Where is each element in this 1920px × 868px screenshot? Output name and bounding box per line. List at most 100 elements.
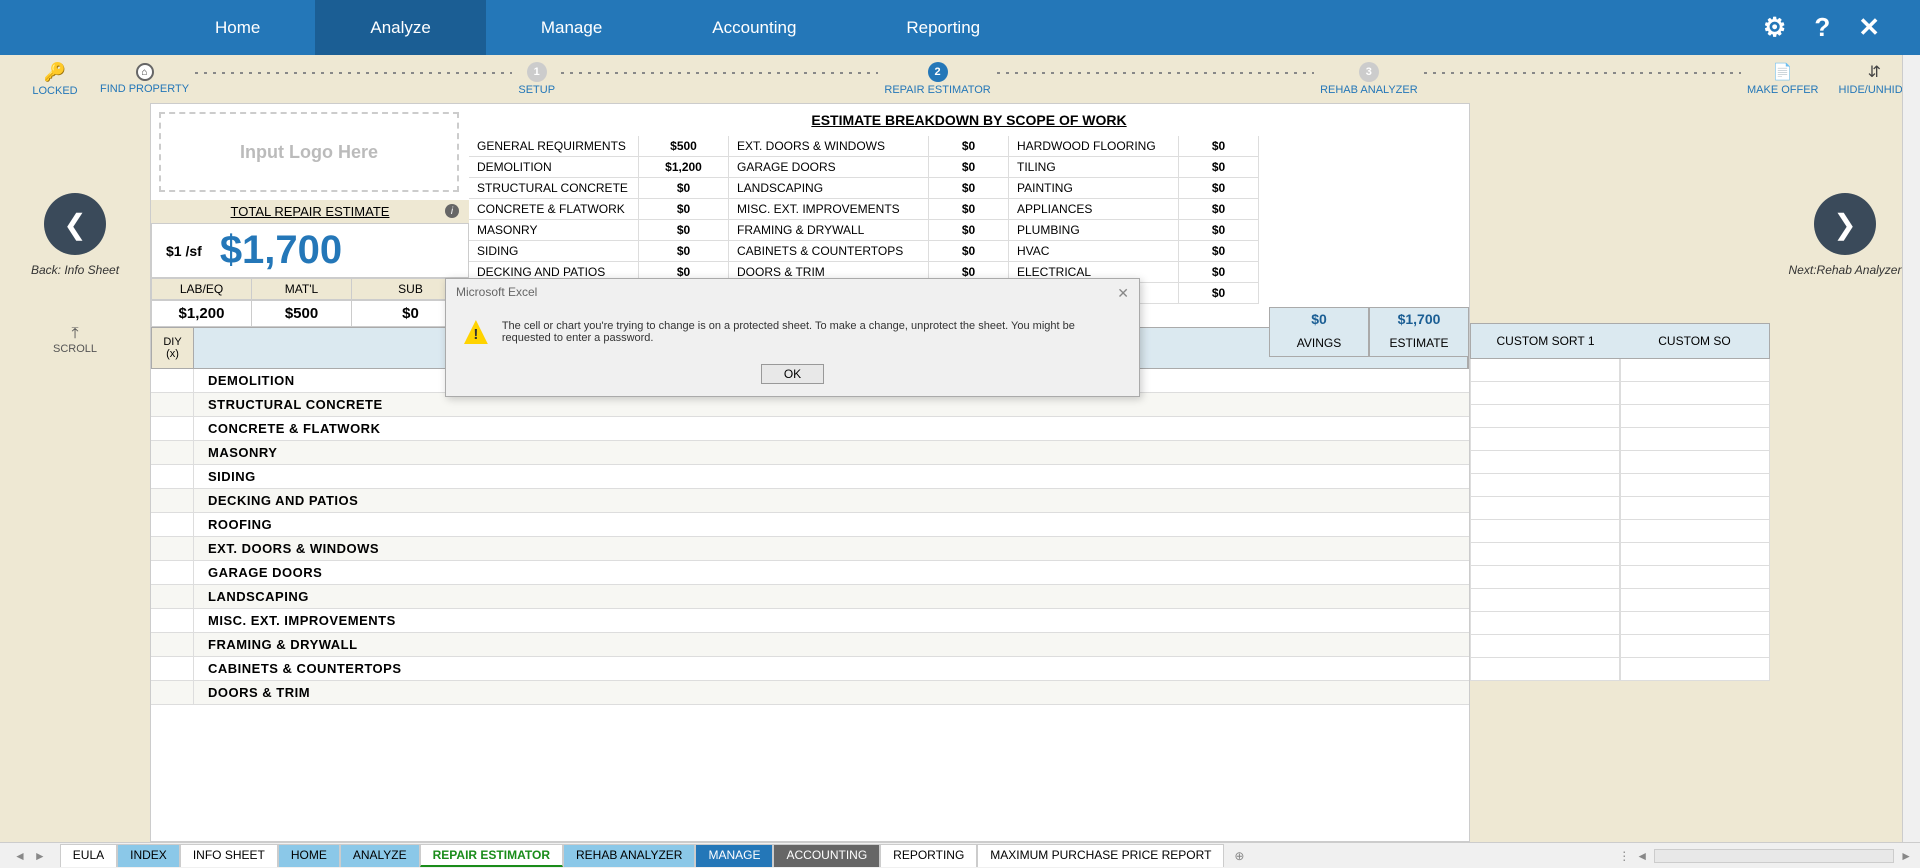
work-row[interactable]: ROOFING	[151, 513, 1469, 537]
work-row[interactable]: EXT. DOORS & WINDOWS	[151, 537, 1469, 561]
cs-cell[interactable]	[1470, 520, 1620, 543]
dialog-close-icon[interactable]: ✕	[1117, 285, 1129, 302]
breakdown-cell[interactable]: TILING	[1009, 157, 1179, 178]
sheet-tab[interactable]: MANAGE	[695, 844, 773, 867]
breakdown-cell[interactable]: MISC. EXT. IMPROVEMENTS	[729, 199, 929, 220]
sheet-next-icon[interactable]: ►	[34, 849, 46, 863]
sheet-tab[interactable]: MAXIMUM PURCHASE PRICE REPORT	[977, 844, 1224, 867]
work-row[interactable]: CONCRETE & FLATWORK	[151, 417, 1469, 441]
cs-cell[interactable]	[1620, 474, 1770, 497]
dialog-ok-button[interactable]: OK	[761, 364, 824, 384]
cs-cell[interactable]	[1620, 382, 1770, 405]
work-row[interactable]: GARAGE DOORS	[151, 561, 1469, 585]
cs-cell[interactable]	[1620, 612, 1770, 635]
help-icon[interactable]: ?	[1814, 12, 1830, 43]
cs-cell[interactable]	[1620, 497, 1770, 520]
breakdown-cell[interactable]: DEMOLITION	[469, 157, 639, 178]
breakdown-cell[interactable]: $0	[639, 178, 729, 199]
cs-cell[interactable]	[1470, 451, 1620, 474]
cs-cell[interactable]	[1470, 658, 1620, 681]
breakdown-cell[interactable]: $0	[929, 199, 1009, 220]
cs-cell[interactable]	[1620, 428, 1770, 451]
cs-cell[interactable]	[1470, 428, 1620, 451]
cs-cell[interactable]	[1620, 566, 1770, 589]
ribbon-tab-reporting[interactable]: Reporting	[851, 0, 1035, 55]
ribbon-tab-manage[interactable]: Manage	[486, 0, 657, 55]
cs-cell[interactable]	[1470, 497, 1620, 520]
ribbon-tab-accounting[interactable]: Accounting	[657, 0, 851, 55]
repair-estimator-step[interactable]: 2 REPAIR ESTIMATOR	[884, 62, 990, 96]
gear-icon[interactable]: ⚙	[1763, 12, 1786, 43]
breakdown-cell[interactable]: STRUCTURAL CONCRETE	[469, 178, 639, 199]
cs-cell[interactable]	[1470, 474, 1620, 497]
work-row[interactable]: LANDSCAPING	[151, 585, 1469, 609]
sheet-tab[interactable]: HOME	[278, 844, 340, 867]
breakdown-cell[interactable]: LANDSCAPING	[729, 178, 929, 199]
work-row[interactable]: SIDING	[151, 465, 1469, 489]
cs-cell[interactable]	[1470, 566, 1620, 589]
ribbon-tab-home[interactable]: Home	[160, 0, 315, 55]
locked-button[interactable]: 🔑 LOCKED	[10, 62, 100, 97]
sheet-tab[interactable]: REPORTING	[880, 844, 977, 867]
cs-cell[interactable]	[1620, 451, 1770, 474]
breakdown-cell[interactable]: $0	[1179, 262, 1259, 283]
breakdown-cell[interactable]: $0	[1179, 136, 1259, 157]
work-row[interactable]: CABINETS & COUNTERTOPS	[151, 657, 1469, 681]
custom-sort-1[interactable]: CUSTOM SORT 1	[1471, 324, 1620, 358]
hide-unhide-button[interactable]: ⇵ HIDE/UNHIDE	[1839, 62, 1911, 96]
next-button[interactable]: ❯	[1814, 193, 1876, 255]
work-row[interactable]: MISC. EXT. IMPROVEMENTS	[151, 609, 1469, 633]
sheet-tab[interactable]: REPAIR ESTIMATOR	[420, 844, 563, 867]
info-icon[interactable]: i	[445, 204, 459, 218]
work-rows[interactable]: DEMOLITIONSTRUCTURAL CONCRETECONCRETE & …	[151, 369, 1469, 705]
work-row[interactable]: DOORS & TRIM	[151, 681, 1469, 705]
breakdown-cell[interactable]: GARAGE DOORS	[729, 157, 929, 178]
cs-cell[interactable]	[1470, 405, 1620, 428]
breakdown-cell[interactable]: $0	[929, 241, 1009, 262]
breakdown-cell[interactable]: HVAC	[1009, 241, 1179, 262]
breakdown-cell[interactable]: $500	[639, 136, 729, 157]
breakdown-cell[interactable]: $0	[1179, 283, 1259, 304]
make-offer-step[interactable]: 📄 MAKE OFFER	[1747, 62, 1819, 96]
breakdown-cell[interactable]: $0	[929, 136, 1009, 157]
breakdown-cell[interactable]: GENERAL REQUIRMENTS	[469, 136, 639, 157]
breakdown-cell[interactable]: $0	[929, 157, 1009, 178]
sheet-tab[interactable]: REHAB ANALYZER	[563, 844, 695, 867]
ribbon-tab-analyze[interactable]: Analyze	[315, 0, 485, 55]
cs-cell[interactable]	[1470, 382, 1620, 405]
breakdown-cell[interactable]: $0	[639, 199, 729, 220]
breakdown-cell[interactable]: APPLIANCES	[1009, 199, 1179, 220]
work-row[interactable]: FRAMING & DRYWALL	[151, 633, 1469, 657]
sheet-tab[interactable]: INFO SHEET	[180, 844, 278, 867]
cs-cell[interactable]	[1620, 520, 1770, 543]
sheet-tab[interactable]: INDEX	[117, 844, 180, 867]
breakdown-cell[interactable]: $0	[929, 220, 1009, 241]
cs-cell[interactable]	[1620, 635, 1770, 658]
breakdown-cell[interactable]: $0	[1179, 220, 1259, 241]
cs-cell[interactable]	[1620, 359, 1770, 382]
breakdown-cell[interactable]: $1,200	[639, 157, 729, 178]
add-sheet-icon[interactable]: ⊕	[1224, 849, 1254, 863]
breakdown-cell[interactable]: $0	[639, 241, 729, 262]
breakdown-cell[interactable]: CABINETS & COUNTERTOPS	[729, 241, 929, 262]
vertical-scrollbar[interactable]	[1902, 55, 1920, 842]
cs-cell[interactable]	[1470, 635, 1620, 658]
find-property-step[interactable]: ⌂ FIND PROPERTY	[100, 63, 189, 95]
work-row[interactable]: DECKING AND PATIOS	[151, 489, 1469, 513]
breakdown-cell[interactable]: PAINTING	[1009, 178, 1179, 199]
breakdown-cell[interactable]: $0	[1179, 178, 1259, 199]
close-icon[interactable]: ✕	[1858, 12, 1880, 43]
back-button[interactable]: ❮	[44, 193, 106, 255]
breakdown-cell[interactable]: $0	[1179, 199, 1259, 220]
custom-sort-2[interactable]: CUSTOM SO	[1620, 324, 1769, 358]
breakdown-cell[interactable]: PLUMBING	[1009, 220, 1179, 241]
breakdown-cell[interactable]: MASONRY	[469, 220, 639, 241]
sheet-tab[interactable]: EULA	[60, 844, 117, 867]
cs-cell[interactable]	[1620, 658, 1770, 681]
breakdown-cell[interactable]: FRAMING & DRYWALL	[729, 220, 929, 241]
breakdown-cell[interactable]: SIDING	[469, 241, 639, 262]
breakdown-cell[interactable]: HARDWOOD FLOORING	[1009, 136, 1179, 157]
setup-step[interactable]: 1 SETUP	[518, 62, 555, 96]
breakdown-cell[interactable]: $0	[639, 220, 729, 241]
cs-cell[interactable]	[1470, 612, 1620, 635]
